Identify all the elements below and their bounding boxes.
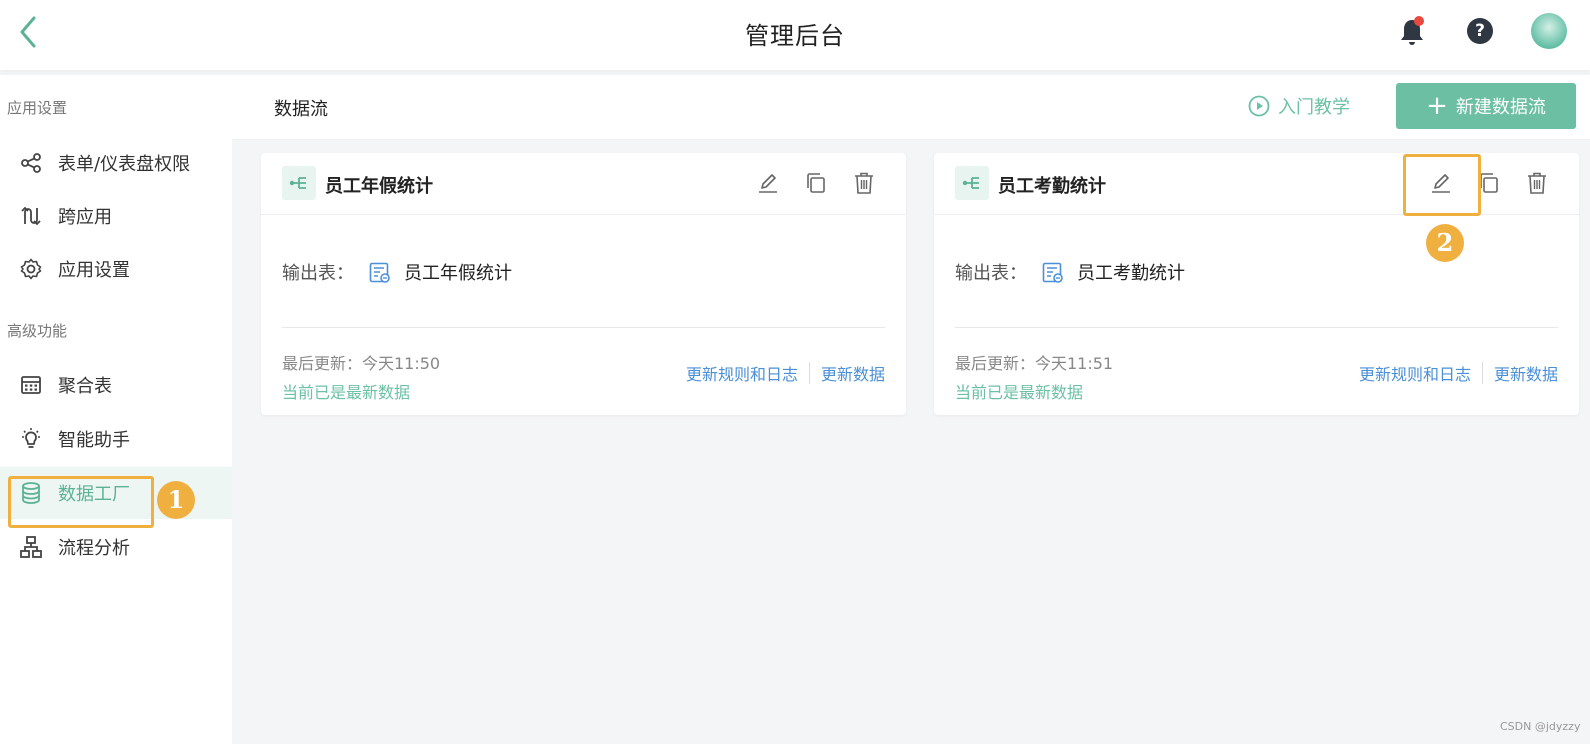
dataflow-icon (282, 166, 316, 200)
output-table-label: 输出表： (282, 263, 354, 284)
top-bar: 管理后台 ? (0, 0, 1590, 70)
sidebar-item-aggregate-table[interactable]: 聚合表 (0, 359, 232, 411)
link-separator (1481, 362, 1483, 384)
sidebar-item-form-permissions[interactable]: 表单/仪表盘权限 (0, 137, 232, 189)
card-header: 员工考勤统计 (934, 153, 1579, 215)
org-chart-icon (19, 535, 43, 559)
trash-icon[interactable] (850, 169, 878, 197)
status-text: 当前已是最新数据 (955, 383, 1084, 402)
new-dataflow-button[interactable]: + 新建数据流 (1396, 83, 1576, 129)
table-icon (1041, 261, 1065, 285)
sidebar: 应用设置 表单/仪表盘权限 跨应用 应用设置 高级功能 聚合表 智能助手 数据工… (0, 75, 232, 744)
card-links: 更新规则和日志 更新数据 (686, 361, 885, 385)
grid-table-icon (19, 373, 43, 397)
card-divider (282, 327, 885, 328)
section-title: 数据流 (274, 99, 328, 120)
content-header: 数据流 入门教学 + 新建数据流 (232, 75, 1590, 140)
card-title: 员工年假统计 (325, 176, 433, 197)
table-icon (368, 261, 392, 285)
copy-icon[interactable] (802, 169, 830, 197)
trash-icon[interactable] (1523, 169, 1551, 197)
step-2-badge: 2 (1426, 224, 1464, 262)
tutorial-link[interactable]: 入门教学 (1248, 93, 1350, 119)
card-divider (955, 327, 1558, 328)
dataflow-card[interactable]: 员工年假统计 输出表： 员工年假统计 最后更新：今天11:50 当前已是最新数据… (261, 153, 906, 415)
notification-dot (1414, 16, 1424, 26)
avatar[interactable] (1531, 13, 1567, 49)
card-header: 员工年假统计 (261, 153, 906, 215)
output-table-name[interactable]: 员工考勤统计 (1077, 259, 1185, 285)
watermark: CSDN @jdyzzy (1500, 720, 1581, 733)
sidebar-item-cross-app[interactable]: 跨应用 (0, 190, 232, 242)
sidebar-item-label: 流程分析 (58, 538, 130, 559)
page-title: 管理后台 (745, 22, 845, 50)
sidebar-item-process-analysis[interactable]: 流程分析 (0, 521, 232, 573)
gear-icon (19, 257, 43, 281)
copy-icon[interactable] (1475, 169, 1503, 197)
sidebar-item-label: 跨应用 (58, 207, 112, 228)
sidebar-item-label: 智能助手 (58, 430, 130, 451)
sidebar-item-data-factory[interactable]: 数据工厂 (0, 467, 232, 519)
sidebar-item-label: 表单/仪表盘权限 (58, 154, 191, 175)
update-rules-log-link[interactable]: 更新规则和日志 (1359, 361, 1471, 385)
sidebar-section-advanced: 高级功能 (7, 322, 68, 340)
step-1-badge: 1 (157, 481, 195, 519)
bulb-icon (19, 427, 43, 451)
sidebar-item-label: 聚合表 (58, 376, 112, 397)
tutorial-label: 入门教学 (1278, 97, 1350, 118)
dataflow-icon (955, 166, 989, 200)
new-dataflow-label: 新建数据流 (1455, 97, 1546, 118)
sidebar-item-smart-assistant[interactable]: 智能助手 (0, 413, 232, 465)
dataflow-card[interactable]: 员工考勤统计 输出表： 员工考勤统计 最后更新：今天11:51 当前已是最新数据… (934, 153, 1579, 415)
sidebar-section-app-settings: 应用设置 (7, 99, 68, 117)
database-icon (19, 481, 43, 505)
notification-bell-icon[interactable] (1396, 16, 1428, 48)
update-data-link[interactable]: 更新数据 (821, 361, 885, 385)
play-circle-icon (1248, 95, 1270, 117)
output-table-label: 输出表： (955, 263, 1027, 284)
update-data-link[interactable]: 更新数据 (1494, 361, 1558, 385)
edit-icon[interactable] (1427, 169, 1455, 197)
sidebar-item-label: 应用设置 (58, 260, 130, 281)
cross-app-icon (19, 204, 43, 228)
sidebar-item-app-settings[interactable]: 应用设置 (0, 243, 232, 295)
output-table-name[interactable]: 员工年假统计 (404, 259, 512, 285)
card-links: 更新规则和日志 更新数据 (1359, 361, 1558, 385)
status-text: 当前已是最新数据 (282, 383, 411, 402)
edit-icon[interactable] (754, 169, 782, 197)
card-title: 员工考勤统计 (998, 176, 1106, 197)
share-icon (19, 151, 43, 175)
plus-icon: + (1426, 91, 1448, 121)
link-separator (808, 362, 810, 384)
sidebar-item-label: 数据工厂 (58, 484, 130, 505)
update-rules-log-link[interactable]: 更新规则和日志 (686, 361, 798, 385)
last-updated: 最后更新：今天11:51 (955, 354, 1114, 373)
last-updated: 最后更新：今天11:50 (282, 354, 441, 373)
help-icon[interactable]: ? (1467, 18, 1493, 44)
